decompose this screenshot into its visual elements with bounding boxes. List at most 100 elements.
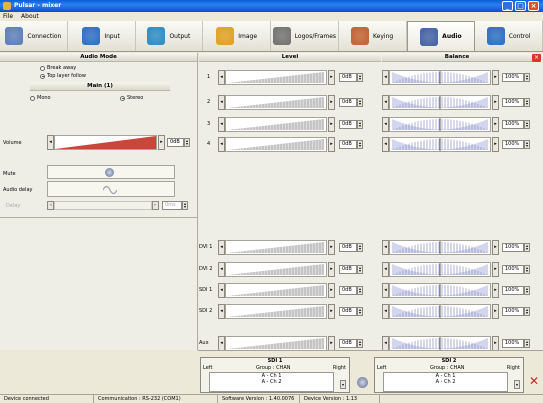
balance-value[interactable]: 100% <box>502 339 524 348</box>
balance-fader[interactable] <box>389 304 491 319</box>
level-spin[interactable]: ▴ ▾ <box>357 120 363 129</box>
balance-spin[interactable]: ▴ ▾ <box>524 120 530 129</box>
level-right-arrow[interactable]: ▸ <box>328 240 335 255</box>
level-spin[interactable]: ▴ ▾ <box>357 265 363 274</box>
level-spin[interactable]: ▴ ▾ <box>357 339 363 348</box>
audio-delay-button[interactable] <box>47 181 175 197</box>
mute-button[interactable] <box>47 165 175 179</box>
balance-spin[interactable]: ▴ ▾ <box>524 243 530 252</box>
level-value[interactable]: 0dB <box>339 98 357 107</box>
balance-right-arrow[interactable]: ▸ <box>492 262 499 277</box>
balance-left-arrow[interactable]: ◂ <box>382 336 389 351</box>
balance-fader[interactable] <box>389 262 491 277</box>
volume-value[interactable]: 0dB <box>167 138 184 147</box>
level-left-arrow[interactable]: ◂ <box>218 137 225 152</box>
level-fader[interactable] <box>225 117 327 132</box>
balance-right-arrow[interactable]: ▸ <box>492 95 499 110</box>
level-left-arrow[interactable]: ◂ <box>218 117 225 132</box>
tab-input[interactable]: Input <box>68 21 136 51</box>
balance-fader[interactable] <box>389 283 491 298</box>
level-right-arrow[interactable]: ▸ <box>328 70 335 85</box>
level-left-arrow[interactable]: ◂ <box>218 240 225 255</box>
level-right-arrow[interactable]: ▸ <box>328 137 335 152</box>
balance-spin[interactable]: ▴ ▾ <box>524 73 530 82</box>
close-panel-icon[interactable]: × <box>532 54 541 62</box>
level-spin[interactable]: ▴ ▾ <box>357 286 363 295</box>
level-fader[interactable] <box>225 70 327 85</box>
level-fader[interactable] <box>225 336 327 351</box>
balance-spin[interactable]: ▴ ▾ <box>524 286 530 295</box>
delay-spin[interactable]: ▴ ▾ <box>182 201 188 210</box>
balance-spin[interactable]: ▴ ▾ <box>524 140 530 149</box>
level-left-arrow[interactable]: ◂ <box>218 304 225 319</box>
balance-value[interactable]: 100% <box>502 120 524 129</box>
delay-slider[interactable] <box>54 201 152 210</box>
balance-value[interactable]: 100% <box>502 265 524 274</box>
tab-control[interactable]: Control <box>475 21 543 51</box>
tab-connection[interactable]: Connection <box>0 21 68 51</box>
sdi1-dropdown-icon[interactable]: ▾ <box>340 380 346 389</box>
delay-right-arrow[interactable]: ▸ <box>152 201 159 210</box>
close-icon[interactable]: × <box>528 1 539 11</box>
level-value[interactable]: 0dB <box>339 73 357 82</box>
balance-fader[interactable] <box>389 137 491 152</box>
balance-value[interactable]: 100% <box>502 286 524 295</box>
balance-spin[interactable]: ▴ ▾ <box>524 339 530 348</box>
level-spin[interactable]: ▴ ▾ <box>357 73 363 82</box>
level-value[interactable]: 0dB <box>339 286 357 295</box>
balance-value[interactable]: 100% <box>502 73 524 82</box>
balance-spin[interactable]: ▴ ▾ <box>524 98 530 107</box>
level-left-arrow[interactable]: ◂ <box>218 95 225 110</box>
maximize-icon[interactable]: □ <box>515 1 526 11</box>
balance-fader[interactable] <box>389 240 491 255</box>
tab-keying[interactable]: Keying <box>339 21 407 51</box>
sdi2-mute-icon[interactable]: ✕ <box>529 375 541 387</box>
sdi2-list[interactable]: A - Ch 1 A - Ch 2 <box>383 372 508 392</box>
balance-value[interactable]: 100% <box>502 140 524 149</box>
level-right-arrow[interactable]: ▸ <box>328 262 335 277</box>
level-value[interactable]: 0dB <box>339 307 357 316</box>
delay-left-arrow[interactable]: ◂ <box>47 201 54 210</box>
volume-spin[interactable]: ▴ ▾ <box>184 138 190 147</box>
balance-left-arrow[interactable]: ◂ <box>382 240 389 255</box>
level-fader[interactable] <box>225 304 327 319</box>
level-right-arrow[interactable]: ▸ <box>328 336 335 351</box>
level-left-arrow[interactable]: ◂ <box>218 70 225 85</box>
tab-output[interactable]: Output <box>136 21 204 51</box>
menu-about[interactable]: About <box>21 12 39 21</box>
delay-value[interactable]: 0ms <box>162 201 182 210</box>
tab-logos-frames[interactable]: Logos/Frames <box>271 21 339 51</box>
balance-left-arrow[interactable]: ◂ <box>382 117 389 132</box>
stereo-radio[interactable] <box>120 95 125 101</box>
level-value[interactable]: 0dB <box>339 120 357 129</box>
level-fader[interactable] <box>225 283 327 298</box>
mono-radio[interactable] <box>30 95 35 101</box>
top-layer-follow-radio[interactable] <box>40 73 45 79</box>
balance-right-arrow[interactable]: ▸ <box>492 283 499 298</box>
sdi1-ch2[interactable]: A - Ch 2 <box>210 379 333 385</box>
level-left-arrow[interactable]: ◂ <box>218 283 225 298</box>
balance-spin[interactable]: ▴ ▾ <box>524 265 530 274</box>
minimize-icon[interactable]: _ <box>502 1 513 11</box>
balance-left-arrow[interactable]: ◂ <box>382 304 389 319</box>
sdi1-list[interactable]: A - Ch 1 A - Ch 2 <box>209 372 334 392</box>
level-value[interactable]: 0dB <box>339 339 357 348</box>
balance-fader[interactable] <box>389 117 491 132</box>
level-fader[interactable] <box>225 137 327 152</box>
level-left-arrow[interactable]: ◂ <box>218 336 225 351</box>
level-left-arrow[interactable]: ◂ <box>218 262 225 277</box>
volume-left-arrow[interactable]: ◂ <box>47 135 54 150</box>
volume-right-arrow[interactable]: ▸ <box>158 135 165 150</box>
balance-left-arrow[interactable]: ◂ <box>382 137 389 152</box>
level-value[interactable]: 0dB <box>339 140 357 149</box>
balance-fader[interactable] <box>389 336 491 351</box>
level-right-arrow[interactable]: ▸ <box>328 117 335 132</box>
balance-left-arrow[interactable]: ◂ <box>382 95 389 110</box>
menu-file[interactable]: File <box>3 12 13 21</box>
balance-right-arrow[interactable]: ▸ <box>492 137 499 152</box>
level-spin[interactable]: ▴ ▾ <box>357 307 363 316</box>
level-right-arrow[interactable]: ▸ <box>328 283 335 298</box>
level-spin[interactable]: ▴ ▾ <box>357 243 363 252</box>
level-spin[interactable]: ▴ ▾ <box>357 98 363 107</box>
balance-left-arrow[interactable]: ◂ <box>382 262 389 277</box>
